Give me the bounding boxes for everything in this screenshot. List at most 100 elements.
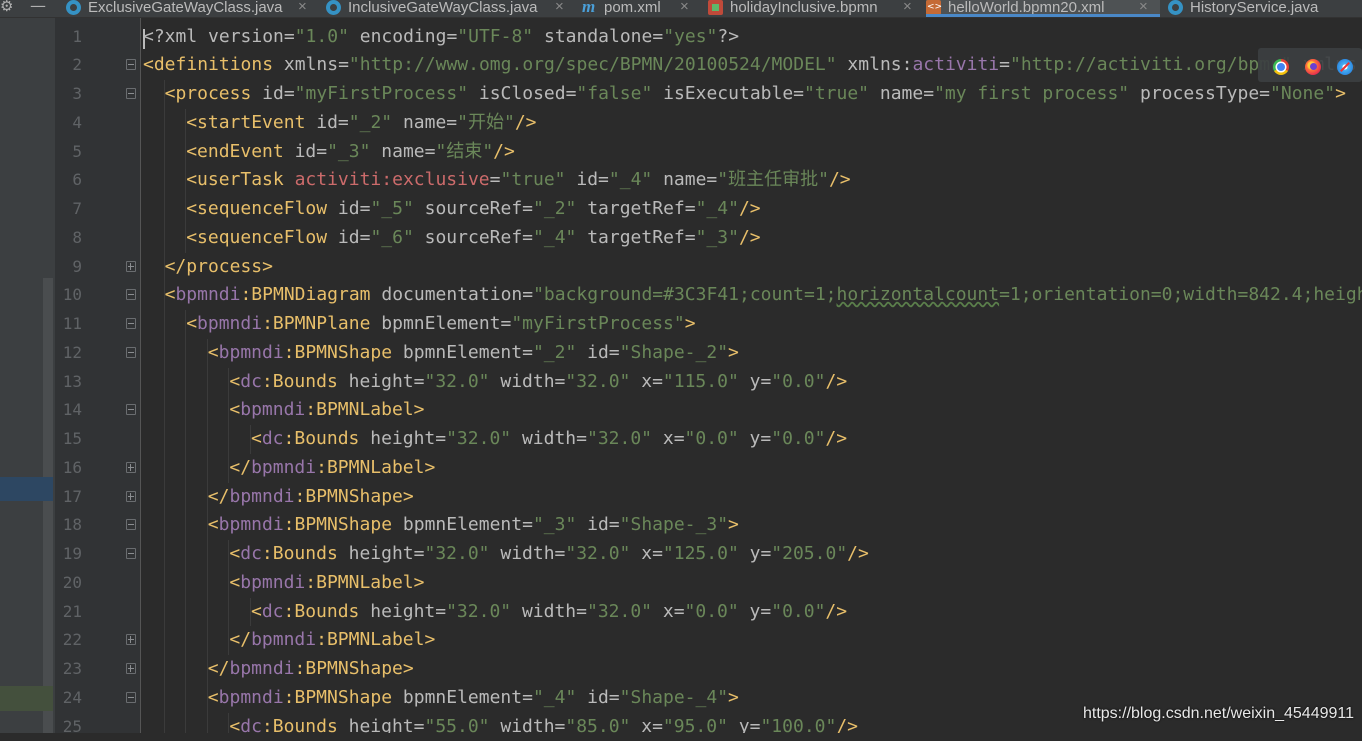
code-token: endEvent: [197, 140, 295, 162]
code-token: :BPMNShape: [294, 658, 403, 679]
code-line[interactable]: <process id="myFirstProcess" isClosed="f…: [165, 80, 1346, 108]
code-line[interactable]: <bpmndi:BPMNShape bpmnElement="_2" id="S…: [208, 339, 739, 367]
tab-5[interactable]: HistoryService.java: [1168, 0, 1362, 17]
code-token: :BPMNShape: [294, 485, 403, 507]
code-token: bpmndi: [218, 514, 284, 536]
fold-start-icon[interactable]: [126, 289, 136, 301]
code-token: width=: [511, 600, 587, 622]
code-line[interactable]: <bpmndi:BPMNPlane bpmnElement="myFirstPr…: [186, 310, 695, 338]
tab-3[interactable]: holidayInclusive.bpmn ×: [708, 0, 922, 17]
safari-icon[interactable]: [1337, 59, 1353, 75]
code-token: <: [251, 600, 262, 622]
code-line[interactable]: <bpmndi:BPMNShape bpmnElement="_3" id="S…: [208, 511, 739, 539]
code-line[interactable]: </bpmndi:BPMNLabel>: [229, 454, 435, 482]
tab-1[interactable]: InclusiveGateWayClass.java ×: [326, 0, 576, 17]
code-line[interactable]: <dc:Bounds height="32.0" width="32.0" x=…: [229, 368, 847, 396]
close-tab-icon[interactable]: ×: [680, 0, 689, 14]
tab-2[interactable]: m pom.xml ×: [582, 0, 700, 17]
code-token: name=: [370, 140, 436, 162]
code-line[interactable]: <endEvent id="_3" name="结束"/>: [186, 138, 515, 166]
code-token: >: [728, 514, 739, 536]
fold-end-icon[interactable]: [126, 663, 136, 674]
gutter-row: 8: [55, 224, 140, 252]
code-line[interactable]: </bpmndi:BPMNShape>: [208, 483, 414, 511]
code-token: />: [847, 543, 869, 564]
tab-4[interactable]: helloWorld.bpmn20.xml ×: [926, 0, 1160, 17]
code-line[interactable]: <bpmndi:BPMNLabel>: [229, 396, 424, 424]
fold-end-icon[interactable]: [126, 260, 136, 272]
code-token: </: [229, 629, 252, 651]
minus-icon[interactable]: —: [30, 0, 46, 15]
code-token: <: [207, 514, 219, 536]
fold-end-icon[interactable]: [126, 634, 136, 646]
code-line[interactable]: <bpmndi:BPMNLabel>: [229, 569, 424, 597]
code-line[interactable]: <sequenceFlow id="_5" sourceRef="_2" tar…: [186, 195, 760, 223]
tab-label: pom.xml: [604, 0, 661, 16]
close-tab-icon[interactable]: ×: [903, 0, 912, 14]
code-token: "0.0": [684, 428, 739, 449]
project-selected-row[interactable]: [0, 477, 53, 501]
code-token: "班主任审批": [717, 169, 829, 191]
code-token: x=: [630, 715, 663, 734]
code-line[interactable]: <bpmndi:BPMNDiagram documentation="backg…: [165, 281, 1362, 309]
code-token: sequenceFlow: [197, 226, 338, 248]
code-token: <: [186, 169, 198, 191]
code-token: "_2": [348, 111, 393, 133]
chrome-icon[interactable]: [1273, 59, 1289, 75]
code-token: "http://www.omg.org/spec/BPMN/20100524/M…: [348, 54, 837, 76]
code-line[interactable]: <dc:Bounds height="32.0" width="32.0" x=…: [251, 598, 847, 626]
close-tab-icon[interactable]: ×: [298, 0, 307, 14]
line-number: 20: [62, 572, 82, 592]
code-line[interactable]: <startEvent id="_2" name="开始"/>: [186, 109, 536, 137]
code-token: "32.0": [565, 370, 631, 392]
code-token: id=: [337, 226, 371, 248]
code-line[interactable]: <?xml version="1.0" encoding="UTF-8" sta…: [143, 23, 739, 51]
code-line[interactable]: <definitions xmlns="http://www.omg.org/s…: [143, 51, 1357, 79]
code-token: :Bounds: [261, 543, 349, 564]
close-tab-icon[interactable]: ×: [555, 0, 564, 14]
fold-start-icon[interactable]: [126, 691, 136, 703]
fold-start-icon[interactable]: [126, 88, 136, 99]
code-token: >: [402, 485, 414, 507]
code-token: "32.0": [565, 543, 631, 564]
code-line[interactable]: <dc:Bounds height="55.0" width="85.0" x=…: [229, 713, 858, 734]
code-token: <: [229, 571, 241, 593]
fold-start-icon[interactable]: [126, 404, 136, 416]
gear-icon[interactable]: ⚙: [0, 0, 13, 15]
xml-file-icon: [926, 0, 942, 15]
code-line[interactable]: <dc:Bounds height="32.0" width="32.0" x=…: [251, 425, 847, 453]
project-scrollbar[interactable]: [43, 278, 53, 733]
fold-end-icon[interactable]: [126, 461, 136, 473]
fold-end-icon[interactable]: [126, 490, 136, 502]
gutter-row: 24: [55, 684, 140, 712]
code-token: >: [402, 658, 414, 679]
code-line[interactable]: <bpmndi:BPMNShape bpmnElement="_4" id="S…: [208, 684, 739, 712]
code-line[interactable]: </process>: [165, 253, 273, 281]
code-token: processType=: [1129, 83, 1271, 104]
fold-start-icon[interactable]: [126, 59, 136, 71]
fold-start-icon[interactable]: [126, 346, 136, 358]
line-number: 6: [72, 170, 82, 190]
firefox-icon[interactable]: [1305, 59, 1321, 75]
gutter-row: 10: [55, 281, 140, 309]
code-line[interactable]: </bpmndi:BPMNShape>: [208, 655, 414, 683]
fold-start-icon[interactable]: [126, 519, 136, 531]
tab-0[interactable]: ExclusiveGateWayClass.java ×: [66, 0, 324, 17]
fold-start-icon[interactable]: [126, 548, 136, 559]
project-highlighted-row[interactable]: [0, 686, 53, 711]
code-line[interactable]: </bpmndi:BPMNLabel>: [229, 626, 435, 654]
code-editor[interactable]: <?xml version="1.0" encoding="UTF-8" sta…: [141, 18, 1362, 733]
code-token: <: [164, 83, 176, 104]
code-line[interactable]: <dc:Bounds height="32.0" width="32.0" x=…: [229, 540, 868, 568]
code-token: </: [229, 456, 252, 478]
code-token: documentation=: [381, 284, 534, 306]
code-token: "开始": [457, 111, 515, 133]
code-line[interactable]: <sequenceFlow id="_6" sourceRef="_4" tar…: [186, 224, 760, 252]
fold-start-icon[interactable]: [126, 318, 136, 329]
close-tab-icon[interactable]: ×: [1139, 0, 1148, 14]
code-token: id=: [576, 686, 620, 708]
code-line[interactable]: <userTask activiti:exclusive="true" id="…: [186, 166, 850, 194]
code-token: id=: [337, 198, 371, 219]
code-token: "0.0": [771, 370, 826, 392]
code-token: >: [262, 255, 273, 277]
